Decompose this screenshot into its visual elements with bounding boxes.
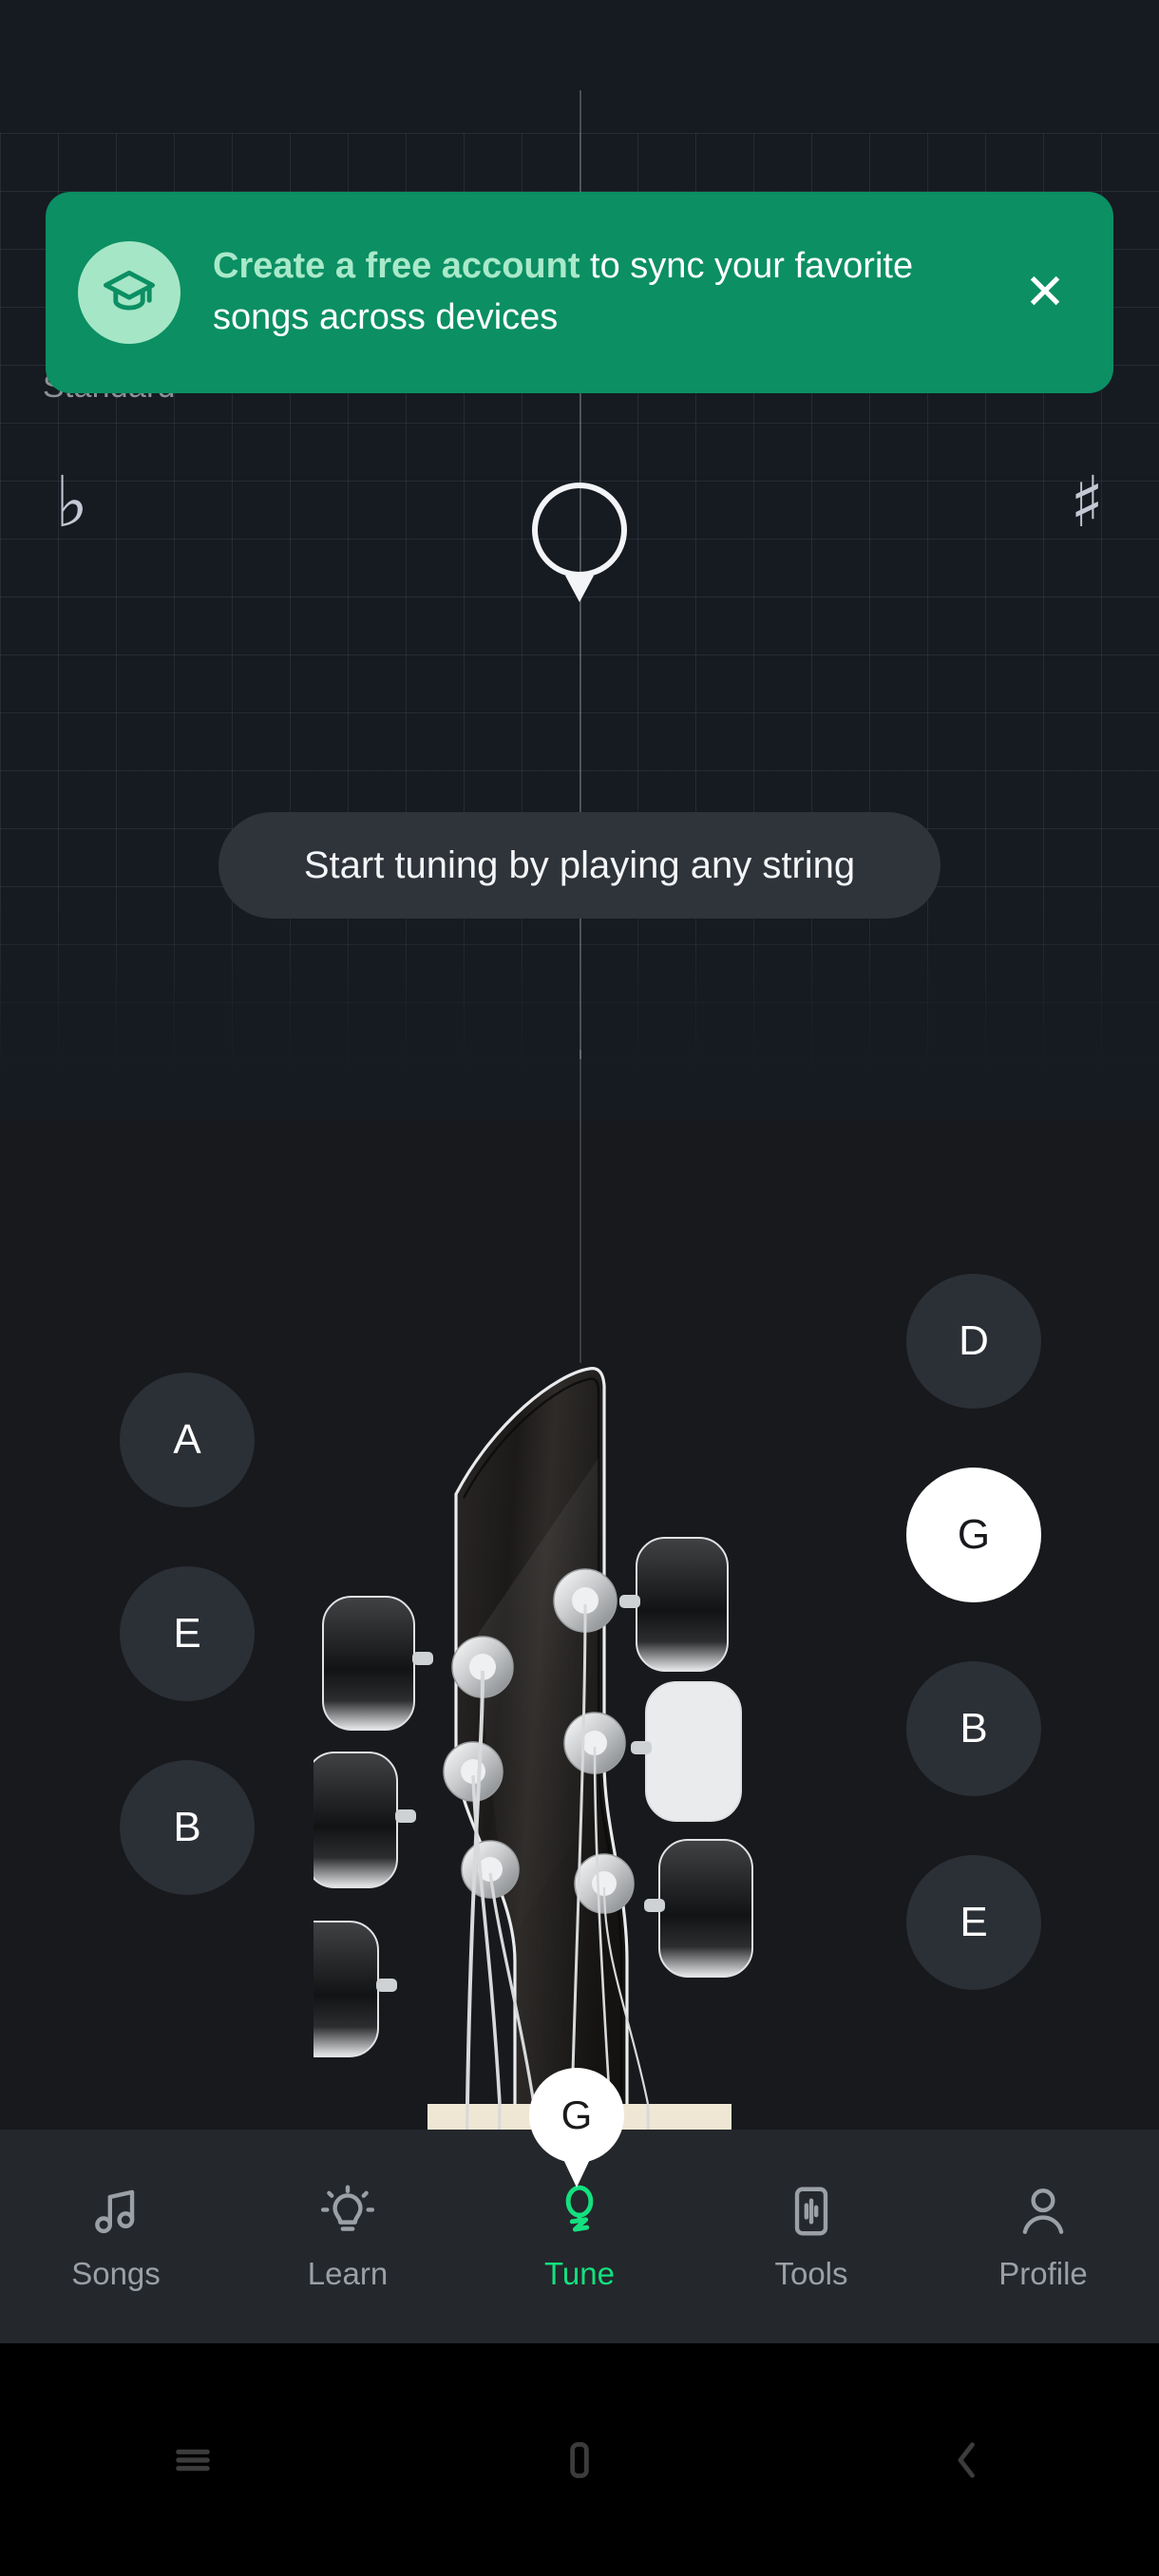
string-button-label: B — [960, 1705, 988, 1752]
tab-learn[interactable]: Learn — [232, 2182, 464, 2292]
tab-label: Tune — [544, 2255, 615, 2291]
string-button-b[interactable]: B — [906, 1661, 1041, 1796]
tab-tools[interactable]: Tools — [695, 2182, 927, 2292]
tuner-center-line-lower — [580, 1050, 581, 1363]
needle-ring — [532, 483, 627, 578]
recents-button[interactable] — [136, 2403, 250, 2517]
string-button-e[interactable]: E — [906, 1855, 1041, 1990]
current-note-bubble: G — [529, 2068, 624, 2188]
tuner-needle-indicator — [532, 483, 627, 602]
banner-strong-text: Create a free account — [213, 246, 580, 287]
needle-pointer-icon — [565, 576, 594, 602]
string-button-label: D — [959, 1317, 989, 1364]
person-icon — [1014, 2182, 1073, 2241]
equalizer-icon — [782, 2182, 841, 2241]
sharp-symbol-icon: ♯ — [1070, 462, 1104, 543]
lightbulb-icon — [318, 2182, 377, 2241]
tab-tune[interactable]: Tune — [464, 2182, 695, 2292]
current-note-label: G — [529, 2068, 624, 2163]
tuner-panel: Standard ♭ ♯ Start tuning by playing any… — [0, 0, 1159, 1121]
tuning-fork-icon — [550, 2182, 609, 2241]
string-button-label: E — [173, 1610, 201, 1657]
string-button-label: B — [173, 1804, 201, 1850]
string-button-e-low[interactable]: E — [120, 1566, 255, 1701]
string-button-b-low[interactable]: B — [120, 1760, 255, 1895]
tuning-hint-pill: Start tuning by playing any string — [218, 812, 940, 919]
home-button[interactable] — [522, 2403, 636, 2517]
string-button-g[interactable]: G — [906, 1468, 1041, 1602]
tuning-hint-label: Start tuning by playing any string — [303, 843, 856, 886]
string-button-label: A — [173, 1416, 201, 1463]
tab-label: Songs — [71, 2255, 161, 2291]
string-button-label: E — [960, 1899, 988, 1945]
back-button[interactable] — [909, 2403, 1023, 2517]
music-note-icon — [86, 2182, 145, 2241]
string-button-d[interactable]: D — [906, 1274, 1041, 1409]
tab-label: Profile — [998, 2255, 1088, 2291]
tab-label: Learn — [307, 2255, 389, 2291]
flat-symbol-icon: ♭ — [55, 462, 88, 543]
string-button-a[interactable]: A — [120, 1373, 255, 1507]
banner-message: Create a free account to sync your favor… — [213, 241, 1011, 344]
tab-songs[interactable]: Songs — [0, 2182, 232, 2292]
string-button-label: G — [957, 1511, 991, 1558]
tab-label: Tools — [774, 2255, 848, 2291]
android-system-nav — [0, 2343, 1159, 2576]
tab-profile[interactable]: Profile — [927, 2182, 1159, 2292]
create-account-banner[interactable]: Create a free account to sync your favor… — [46, 192, 1113, 393]
close-icon[interactable]: ✕ — [1011, 258, 1079, 327]
tuner-app-screen: Standard ♭ ♯ Start tuning by playing any… — [0, 0, 1159, 2576]
graduation-cap-icon — [78, 241, 180, 344]
